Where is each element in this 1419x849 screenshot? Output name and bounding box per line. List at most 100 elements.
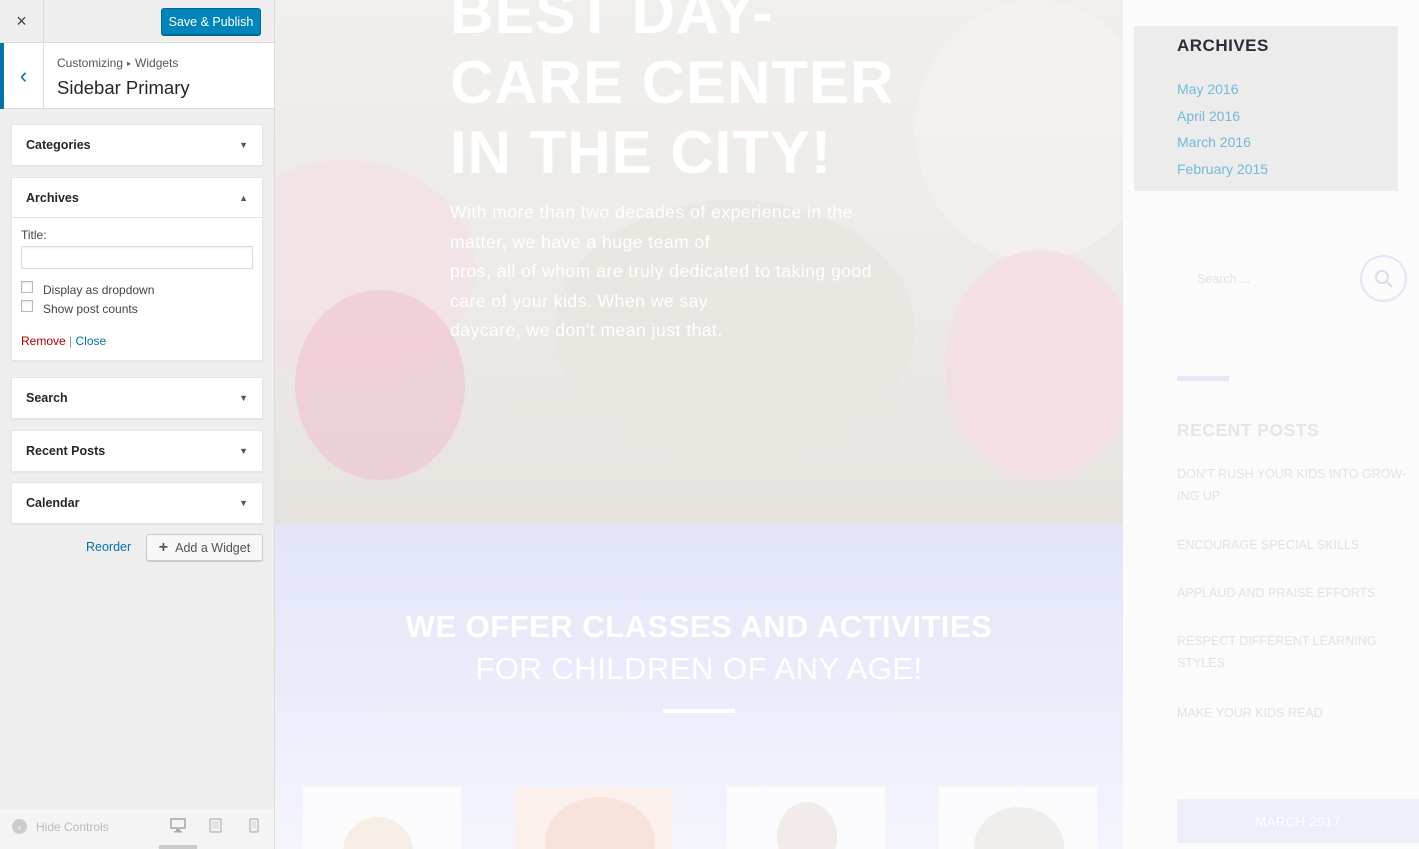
widget-categories[interactable]: Categories ▼ (11, 124, 263, 166)
desktop-icon[interactable] (170, 818, 186, 833)
archive-link[interactable]: April 2016 (1177, 108, 1240, 124)
card-photo (974, 807, 1064, 849)
widget-title: Search (26, 391, 68, 405)
heading-divider (663, 709, 735, 713)
mobile-icon[interactable] (249, 818, 259, 833)
offer-subheading: FOR CHILDREN OF ANY AGE! (475, 651, 923, 686)
plus-icon: + (158, 538, 169, 556)
expand-arrow-icon[interactable]: ▼ (239, 498, 248, 508)
dropdown-option: Display as dropdown (21, 280, 253, 297)
post-counts-checkbox[interactable] (21, 299, 33, 312)
post-counts-label: Show post counts (43, 301, 138, 316)
recent-posts-title: RECENT POSTS (1177, 420, 1320, 440)
widget-recent-posts[interactable]: Recent Posts ▼ (11, 430, 263, 472)
widget-title: Archives (26, 190, 79, 205)
add-widget-button[interactable]: + Add a Widget (146, 534, 263, 561)
remove-link[interactable]: Remove (21, 334, 66, 348)
hide-controls-button[interactable]: ‹ Hide Controls (12, 819, 109, 834)
action-divider: | (69, 334, 73, 348)
widget-actions: Remove | Close (21, 334, 253, 348)
site-sidebar: ARCHIVES May 2016 April 2016 March 2016 … (1123, 0, 1419, 849)
hero-photo-shape (945, 250, 1123, 480)
widget-header[interactable]: Recent Posts ▼ (12, 431, 262, 471)
archive-link[interactable]: March 2016 (1177, 134, 1251, 150)
hero-text-line: daycare, we don't mean just that. (450, 320, 723, 340)
widget-header[interactable]: Categories ▼ (12, 125, 262, 165)
widget-header[interactable]: Calendar ▼ (12, 483, 262, 523)
search-button[interactable] (1360, 255, 1407, 302)
hero-section: BEST DAY- CARE CENTER IN THE CITY! With … (275, 0, 1123, 525)
archive-link[interactable]: May 2016 (1177, 81, 1238, 97)
breadcrumb: Customizing ▸ Widgets (57, 56, 178, 70)
recent-post-link[interactable]: APPLAUD AND PRAISE EFFORTS (1177, 582, 1417, 604)
hero-title-line: IN THE CITY! (450, 119, 832, 186)
widget-form: Title: Display as dropdown Show post cou… (12, 218, 262, 360)
widget-title: Categories (26, 138, 91, 152)
section-header: ‹ Customizing ▸ Widgets Sidebar Primary (0, 43, 274, 109)
widget-title: Recent Posts (26, 444, 106, 458)
recent-post-link[interactable]: RESPECT DIFFERENT LEARNING STYLES (1177, 630, 1417, 674)
archives-title: ARCHIVES (1177, 36, 1269, 55)
calendar-month-header[interactable]: MARCH 2017 (1177, 799, 1419, 843)
widget-header[interactable]: Search ▼ (12, 378, 262, 418)
recent-post-link[interactable]: ENCOURAGE SPECIAL SKILLS (1177, 534, 1417, 556)
section-divider (1177, 376, 1229, 381)
title-label: Title: (21, 228, 47, 242)
hero-title-line: BEST DAY- (450, 0, 774, 46)
class-card[interactable] (515, 787, 673, 849)
widget-archives: Archives ▲ Title: Display as dropdown Sh… (11, 177, 263, 361)
expand-arrow-icon[interactable]: ▼ (239, 140, 248, 150)
customizer-header: × Save & Publish (0, 0, 274, 43)
dropdown-checkbox[interactable] (21, 280, 33, 293)
close-link[interactable]: Close (76, 334, 107, 348)
offer-heading: WE OFFER CLASSES AND ACTIVITIES (405, 609, 993, 644)
collapse-arrow-icon[interactable]: ▲ (239, 193, 248, 203)
title-input[interactable] (21, 246, 253, 269)
hero-text-line: With more than two decades of experience… (450, 202, 853, 222)
section-title: Sidebar Primary (57, 77, 190, 98)
site-preview: BEST DAY- CARE CENTER IN THE CITY! With … (275, 0, 1419, 849)
customizer-controls: × Save & Publish ‹ Customizing ▸ Widgets S… (0, 0, 275, 849)
hero-photo-shape (295, 290, 465, 480)
card-photo (343, 817, 413, 849)
expand-arrow-icon[interactable]: ▼ (239, 393, 248, 403)
class-card[interactable] (939, 787, 1097, 849)
widget-header[interactable]: Archives ▲ (12, 178, 262, 218)
offer-section: WE OFFER CLASSES AND ACTIVITIES FOR CHIL… (275, 525, 1123, 849)
active-device-indicator (159, 845, 197, 849)
hero-text-line: pros, all of whom are truly dedicated to… (450, 261, 872, 281)
card-photo (545, 797, 655, 849)
post-counts-option: Show post counts (21, 299, 253, 316)
hero-description: With more than two decades of experience… (450, 198, 930, 346)
class-card[interactable] (727, 787, 885, 849)
archive-link[interactable]: February 2015 (1177, 161, 1268, 177)
customizer-footer: ‹ Hide Controls (0, 809, 274, 849)
save-publish-button[interactable]: Save & Publish (161, 8, 261, 35)
hero-text-line: care of your kids. When we say (450, 290, 709, 311)
search-input[interactable]: Search ... (1197, 272, 1251, 286)
dropdown-label: Display as dropdown (43, 282, 155, 297)
expand-arrow-icon[interactable]: ▼ (239, 446, 248, 456)
recent-post-link[interactable]: MAKE YOUR KIDS READ (1177, 702, 1417, 724)
hero-title-line: CARE CENTER (450, 49, 895, 116)
widget-calendar[interactable]: Calendar ▼ (11, 482, 263, 524)
search-icon (1374, 269, 1393, 288)
breadcrumb-root: Customizing (57, 56, 124, 70)
close-customizer-icon[interactable]: × (0, 0, 44, 43)
class-card[interactable] (303, 787, 461, 849)
reorder-link[interactable]: Reorder (86, 540, 131, 554)
hero-title: BEST DAY- CARE CENTER IN THE CITY! (450, 0, 1050, 188)
archives-widget: ARCHIVES May 2016 April 2016 March 2016 … (1134, 26, 1398, 191)
hide-controls-label: Hide Controls (36, 819, 109, 834)
tablet-icon[interactable] (209, 818, 222, 833)
breadcrumb-separator-icon: ▸ (127, 59, 132, 68)
widget-title: Calendar (26, 496, 80, 510)
breadcrumb-current: Widgets (135, 56, 179, 70)
widget-search[interactable]: Search ▼ (11, 377, 263, 419)
hero-text-line: matter, we have a huge team of (450, 231, 711, 252)
card-photo (777, 802, 837, 849)
collapse-icon: ‹ (12, 819, 27, 834)
add-widget-label: Add a Widget (175, 540, 251, 555)
back-icon[interactable]: ‹ (0, 43, 44, 109)
recent-post-link[interactable]: DON'T RUSH YOUR KIDS INTO GROW-ING UP (1177, 463, 1417, 507)
